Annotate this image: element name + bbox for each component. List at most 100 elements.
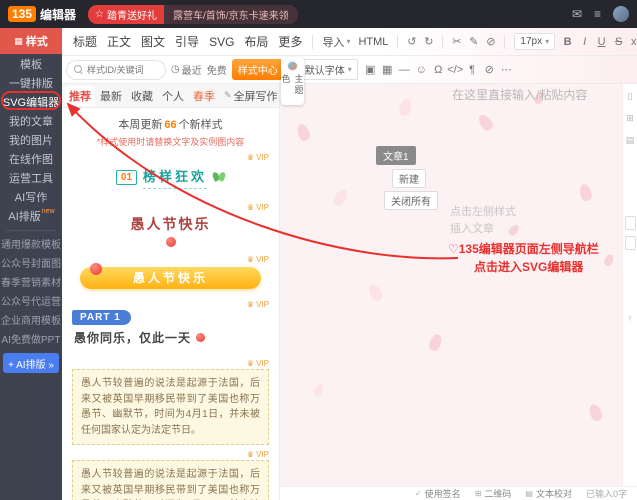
sprout-icon <box>213 172 225 183</box>
clear-format-icon[interactable]: ⊘ <box>481 62 498 78</box>
category-more[interactable]: 更多 <box>278 33 302 50</box>
style-card[interactable]: ♛ VIP 愚人节快乐 <box>72 253 269 289</box>
logo-text: 编辑器 <box>40 6 76 23</box>
sidebar-item-my-images[interactable]: 我的图片 <box>0 130 62 149</box>
sidebar-item-label: 我的图片 <box>9 132 53 148</box>
sidebar-item-templates[interactable]: 模板 <box>0 54 62 73</box>
horizontal-rule-icon[interactable]: — <box>396 62 413 78</box>
style-search-box[interactable] <box>66 60 166 80</box>
crown-icon: ♛ <box>247 153 254 162</box>
undo-icon[interactable]: ↺ <box>403 34 420 50</box>
sidebar-divider <box>6 230 56 231</box>
proofread-button[interactable]: ▤ 文本校对 <box>525 487 572 500</box>
tab-personal[interactable]: 个人 <box>158 86 188 106</box>
superscript-icon[interactable]: x² <box>627 34 637 50</box>
app-logo[interactable]: 135 编辑器 <box>8 6 76 23</box>
toolbar-divider <box>397 35 398 49</box>
import-button[interactable]: 导入 ▾ <box>322 34 350 50</box>
style-card[interactable]: ♛ VIP PART 1 愚你同乐，仅此一天 <box>72 298 269 354</box>
style-tabs: 推荐 最新 收藏 个人 春季 ✎ 全屏写作 <box>62 84 279 108</box>
sidebar-link-business-templates[interactable]: 企业商用模板 <box>0 310 62 329</box>
tab-favorites[interactable]: 收藏 <box>127 86 157 106</box>
category-body[interactable]: 正文 <box>107 33 131 50</box>
save-doc-icon[interactable]: ▤ <box>626 136 635 145</box>
style-card[interactable]: ♛ VIP 01 榜样狂欢 <box>72 151 269 198</box>
style-card-list: ♛ VIP 01 榜样狂欢 ♛ VIP 愚人节快乐 ♛ <box>62 148 279 500</box>
more-insert-icon[interactable]: ⋯ <box>498 62 515 78</box>
style-card[interactable]: ♛ VIP 愚人节快乐 <box>72 201 269 247</box>
phone-preview-icon[interactable]: ▯ <box>628 92 633 101</box>
sidebar-item-svg-editor[interactable]: SVG编辑器 <box>0 92 62 111</box>
insert-table-icon[interactable]: ▦ <box>379 62 396 78</box>
annotation-line1: ♡135编辑器页面左侧导航栏 <box>448 240 599 258</box>
bold-icon[interactable]: B <box>559 34 576 50</box>
message-icon[interactable]: ✉ <box>572 7 582 21</box>
tab-spring[interactable]: 春季 <box>189 86 219 106</box>
collapsed-panel-button[interactable] <box>625 236 636 250</box>
sidebar-item-operation-tools[interactable]: 运营工具 <box>0 168 62 187</box>
sidebar-item-styles[interactable]: ▦ 样式 <box>0 28 62 54</box>
sidebar-link-spring-materials[interactable]: 春季营销素材 <box>0 272 62 291</box>
scissors-icon[interactable]: ✂ <box>448 34 465 50</box>
use-signature-button[interactable]: ✓ 使用签名 <box>415 487 461 500</box>
sidebar-item-ai-layout[interactable]: AI排版new <box>0 206 62 225</box>
sidebar-link-ai-ppt[interactable]: AI免费做PPT <box>0 329 62 348</box>
category-guide[interactable]: 引导 <box>175 33 199 50</box>
insert-image-icon[interactable]: ▣ <box>362 62 379 78</box>
petal-decoration <box>366 282 384 302</box>
theme-color-widget[interactable]: 主题色 <box>281 57 304 105</box>
article-tab[interactable]: 文章1 <box>376 146 416 165</box>
redo-icon[interactable]: ↻ <box>420 34 437 50</box>
back-to-top-icon[interactable]: ↑ <box>628 314 633 323</box>
sidebar-item-one-click-layout[interactable]: 一键排版 <box>0 73 62 92</box>
recent-button[interactable]: ◷ 最近 <box>171 62 202 77</box>
special-char-icon[interactable]: Ω <box>430 62 447 78</box>
strikethrough-icon[interactable]: S <box>610 34 627 50</box>
theme-color-swatch[interactable] <box>287 61 298 71</box>
italic-icon[interactable]: I <box>576 34 593 50</box>
sidebar-item-ai-writing[interactable]: AI写作 <box>0 187 62 206</box>
sidebar-item-label: AI排版 <box>8 208 40 224</box>
category-image-text[interactable]: 图文 <box>141 33 165 50</box>
emoji-icon[interactable]: ☺ <box>413 62 430 78</box>
free-button[interactable]: 免费 <box>207 62 227 77</box>
new-article-button[interactable]: 新建 <box>392 169 426 188</box>
sidebar-item-label: 模板 <box>20 56 42 72</box>
red-ball-decoration <box>166 237 176 247</box>
top-bar: 135 编辑器 ☆ 踏青送好礼 露营车/首饰/京东卡速来领 ✉ ≡ <box>0 0 637 28</box>
underline-icon[interactable]: U <box>593 34 610 50</box>
promo-text: 露营车/首饰/京东卡速来领 <box>164 5 298 24</box>
tab-recommended[interactable]: 推荐 <box>65 86 95 106</box>
sidebar-item-online-drawing[interactable]: 在线作图 <box>0 149 62 168</box>
close-all-button[interactable]: 关闭所有 <box>384 191 438 210</box>
tab-fullscreen-writing[interactable]: ✎ 全屏写作 <box>220 86 280 106</box>
tab-newest[interactable]: 最新 <box>96 86 126 106</box>
sidebar-link-cover-images[interactable]: 公众号封面图 <box>0 253 62 272</box>
editor-canvas[interactable]: 文章1 新建 关闭所有 在这里直接输入/粘贴内容 点击左侧样式 插入文章 ♡13… <box>280 84 622 486</box>
html-button[interactable]: HTML <box>358 36 388 48</box>
qrcode-button[interactable]: ⊞ 二维码 <box>475 487 512 500</box>
style-card[interactable]: ♛ VIP 愚人节较普遍的说法是起源于法国，后来又被英国早期移民带到了美国也称万… <box>72 448 269 500</box>
sidebar-link-hot-templates[interactable]: 通用爆款模板 <box>0 234 62 253</box>
sidebar-link-account-operation[interactable]: 公众号代运营 <box>0 291 62 310</box>
style-center-button[interactable]: 样式中心 <box>232 59 284 80</box>
category-svg[interactable]: SVG <box>209 35 234 49</box>
search-input[interactable] <box>87 65 158 75</box>
format-painter-icon[interactable]: ✎ <box>465 34 482 50</box>
code-icon[interactable]: </> <box>447 62 464 78</box>
style-card[interactable]: ♛ VIP 愚人节较普遍的说法是起源于法国，后来又被英国早期移民带到了美国也称万… <box>72 357 269 445</box>
menu-icon[interactable]: ≡ <box>594 7 601 21</box>
collapsed-panel-button[interactable] <box>625 216 636 230</box>
ai-layout-button[interactable]: + AI排版 » <box>3 353 59 373</box>
avatar[interactable] <box>613 6 629 22</box>
font-family-select[interactable]: 默认字体 ▾ <box>299 59 358 80</box>
sidebar-item-my-articles[interactable]: 我的文章 <box>0 111 62 130</box>
promo-banner[interactable]: ☆ 踏青送好礼 露营车/首饰/京东卡速来领 <box>88 5 298 23</box>
vip-badge: ♛ VIP <box>72 253 269 265</box>
eraser-icon[interactable]: ⊘ <box>482 34 499 50</box>
paragraph-icon[interactable]: ¶ <box>464 62 481 78</box>
qr-icon[interactable]: ⊞ <box>626 114 634 123</box>
category-title[interactable]: 标题 <box>73 33 97 50</box>
font-size-select[interactable]: 17px ▾ <box>514 33 555 50</box>
category-layout[interactable]: 布局 <box>244 33 268 50</box>
